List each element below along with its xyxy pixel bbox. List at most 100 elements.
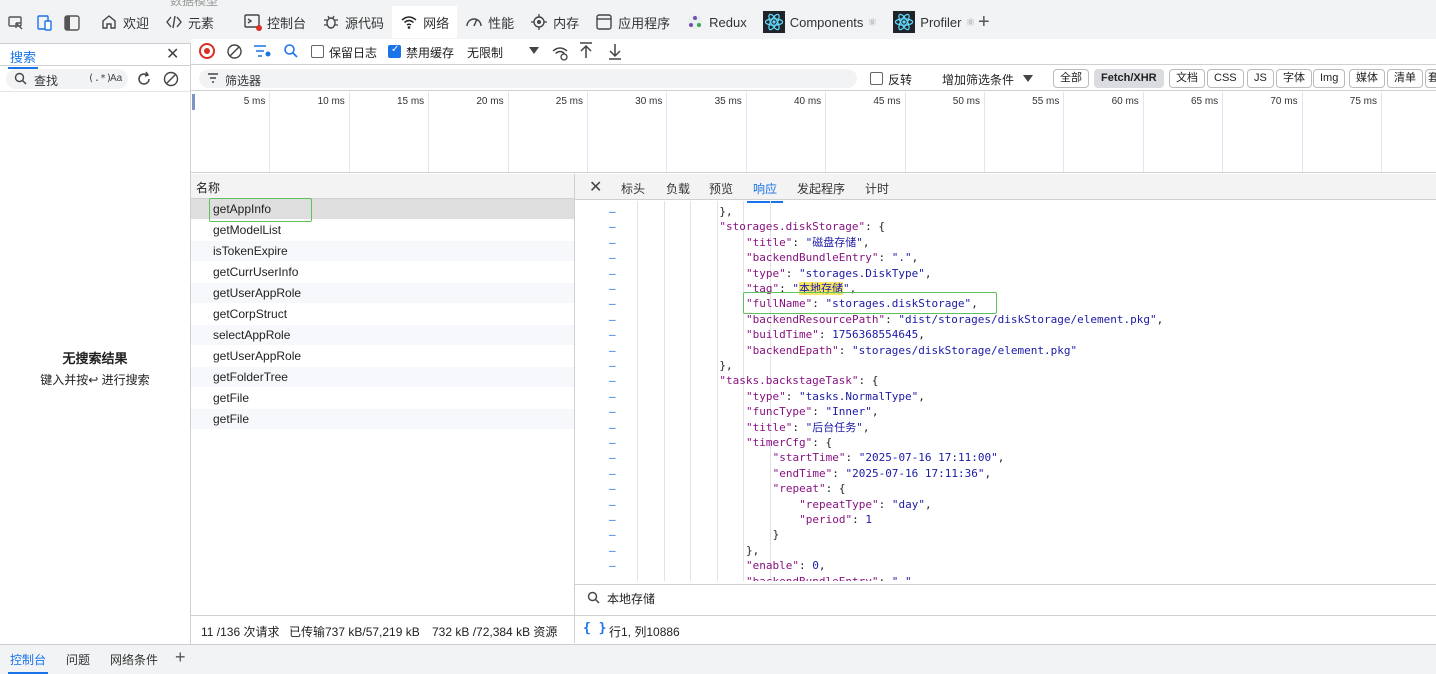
highlight-annotation-box (743, 292, 997, 314)
type-filter-js[interactable]: JS (1247, 69, 1274, 88)
tab-redux[interactable]: Redux (678, 6, 755, 38)
drawer-tab-console[interactable]: 控制台 (7, 651, 49, 674)
line-gutter-marker: – (609, 528, 616, 542)
response-search-bar[interactable]: 本地存储 (575, 584, 1436, 610)
request-name: getModelList (213, 223, 282, 237)
import-har-icon[interactable] (579, 42, 593, 60)
tab-welcome[interactable]: 欢迎 (92, 6, 157, 38)
code-line: – "storages.diskStorage": { (575, 219, 1436, 234)
invert-label: 反转 (888, 73, 913, 87)
add-panel-button[interactable]: + (978, 12, 990, 32)
code-line: – "backendBundleEntry": ".", (575, 574, 1436, 581)
pretty-print-icon[interactable]: { } (583, 621, 606, 636)
type-filter-media[interactable]: 媒体 (1349, 69, 1385, 88)
request-name: getCurrUserInfo (213, 265, 299, 279)
drawer-tab-network-conditions[interactable]: 网络条件 (110, 651, 158, 668)
line-gutter-marker: – (609, 251, 616, 265)
filter-input[interactable]: 筛选器 (199, 69, 857, 88)
request-row[interactable]: getFile (191, 388, 574, 409)
code-text: "repeat": { (772, 482, 846, 496)
tab-payload[interactable]: 负载 (666, 180, 690, 197)
bug-icon (324, 15, 339, 29)
preserve-log-checkbox[interactable] (311, 45, 324, 58)
tab-application[interactable]: 应用程序 (587, 6, 678, 38)
type-filter-manifest[interactable]: 清单 (1387, 69, 1423, 88)
tab-components[interactable]: Components ⚛ (755, 6, 886, 38)
clear-icon[interactable] (162, 70, 180, 88)
add-drawer-tab-button[interactable]: + (175, 647, 186, 668)
request-row[interactable]: isTokenExpire (191, 241, 574, 262)
devtools-tabbar: 数据模型 欢迎 元素 控制台 源代码 网络 性能 内存 应用程序 Redux C… (0, 0, 1436, 44)
request-row[interactable]: getFolderTree (191, 367, 574, 388)
dock-side-icon[interactable] (63, 14, 81, 32)
record-button[interactable] (199, 43, 215, 59)
network-conditions-icon[interactable] (551, 43, 569, 61)
tab-preview[interactable]: 预览 (709, 180, 733, 197)
tab-memory[interactable]: 内存 (522, 6, 587, 38)
invert-checkbox[interactable] (870, 72, 883, 85)
tab-timing[interactable]: 计时 (865, 180, 889, 197)
device-toolbar-icon[interactable] (35, 14, 53, 32)
tab-console[interactable]: 控制台 (236, 6, 314, 38)
request-row[interactable]: getUserAppRole (191, 346, 574, 367)
type-filter-all[interactable]: 全部 (1053, 69, 1089, 88)
request-row[interactable]: getModelList (191, 220, 574, 241)
type-filter-img[interactable]: Img (1313, 69, 1346, 88)
tab-initiator[interactable]: 发起程序 (797, 180, 845, 197)
response-search-query[interactable]: 本地存储 (607, 590, 655, 607)
response-code-view[interactable]: –}, – "storages.diskStorage": {– "title": "… (575, 201, 1436, 581)
request-list-header[interactable]: 名称 (191, 174, 574, 199)
type-filter-font[interactable]: 字体 (1276, 69, 1312, 88)
request-row[interactable]: getUserAppRole (191, 283, 574, 304)
react-suffix: ⚛ (867, 16, 878, 29)
request-row[interactable]: getFile (191, 409, 574, 430)
type-filter-doc[interactable]: 文档 (1169, 69, 1205, 88)
tab-response[interactable]: 响应 (746, 180, 784, 203)
tab-elements[interactable]: 元素 (157, 6, 222, 38)
chevron-down-icon[interactable] (529, 47, 539, 55)
clear-log-icon[interactable] (226, 43, 243, 60)
more-filters-dropdown[interactable]: 增加筛选条件 (942, 71, 1014, 88)
regex-toggle[interactable]: (.*) (88, 73, 112, 84)
search-icon[interactable] (283, 43, 299, 59)
request-row[interactable]: getCurrUserInfo (191, 262, 574, 283)
inspect-element-icon[interactable] (7, 14, 25, 32)
tab-performance[interactable]: 性能 (457, 6, 522, 38)
search-panel-title[interactable]: 搜索 (7, 47, 39, 69)
line-gutter-marker: – (609, 297, 616, 311)
line-gutter-marker: – (609, 420, 616, 434)
tab-profiler[interactable]: Profiler ⚛ (885, 6, 983, 38)
filter-toggle-icon[interactable] (253, 43, 271, 60)
close-icon[interactable]: ✕ (589, 177, 602, 197)
tab-sources[interactable]: 源代码 (314, 6, 392, 38)
code-text: "enable": 0, (746, 559, 826, 573)
type-filter-css[interactable]: CSS (1207, 69, 1244, 88)
tab-headers[interactable]: 标头 (621, 180, 645, 197)
code-line: – "title": "后台任务", (575, 420, 1436, 435)
close-icon[interactable]: ✕ (166, 44, 179, 64)
code-line: – "repeatType": "day", (575, 497, 1436, 512)
code-line: – "fullName": "storages.diskStorage", (575, 296, 1436, 311)
request-row[interactable]: getCorpStruct (191, 304, 574, 325)
code-text: "type": "storages.DiskType", (746, 266, 932, 280)
code-line: – "enable": 0, (575, 558, 1436, 573)
match-case-toggle[interactable]: Aa (110, 73, 122, 84)
export-har-icon[interactable] (608, 42, 622, 60)
tab-label: 应用程序 (618, 15, 671, 31)
chevron-down-icon[interactable] (1023, 75, 1033, 83)
wifi-icon (401, 16, 417, 29)
tab-network[interactable]: 网络 (392, 6, 458, 44)
timeline-overview[interactable]: 5 ms 10 ms 15 ms 20 ms 25 ms 30 ms 35 ms 40 ms 4… (191, 92, 1436, 173)
tab-label: 源代码 (345, 15, 385, 31)
request-row[interactable]: selectAppRole (191, 325, 574, 346)
refresh-icon[interactable] (135, 70, 153, 88)
search-input[interactable]: 查找 (.*) Aa (6, 69, 128, 89)
code-line: – "endTime": "2025-07-16 17:11:36", (575, 466, 1436, 481)
type-filter-more[interactable]: 套 (1425, 69, 1436, 88)
react-icon (762, 11, 785, 33)
type-filter-fetch-xhr[interactable]: Fetch/XHR (1094, 69, 1164, 88)
throttling-select[interactable]: 无限制 (467, 44, 503, 61)
disable-cache-checkbox[interactable] (388, 44, 401, 58)
line-gutter-marker: – (609, 328, 616, 342)
drawer-tab-issues[interactable]: 问题 (66, 651, 90, 668)
